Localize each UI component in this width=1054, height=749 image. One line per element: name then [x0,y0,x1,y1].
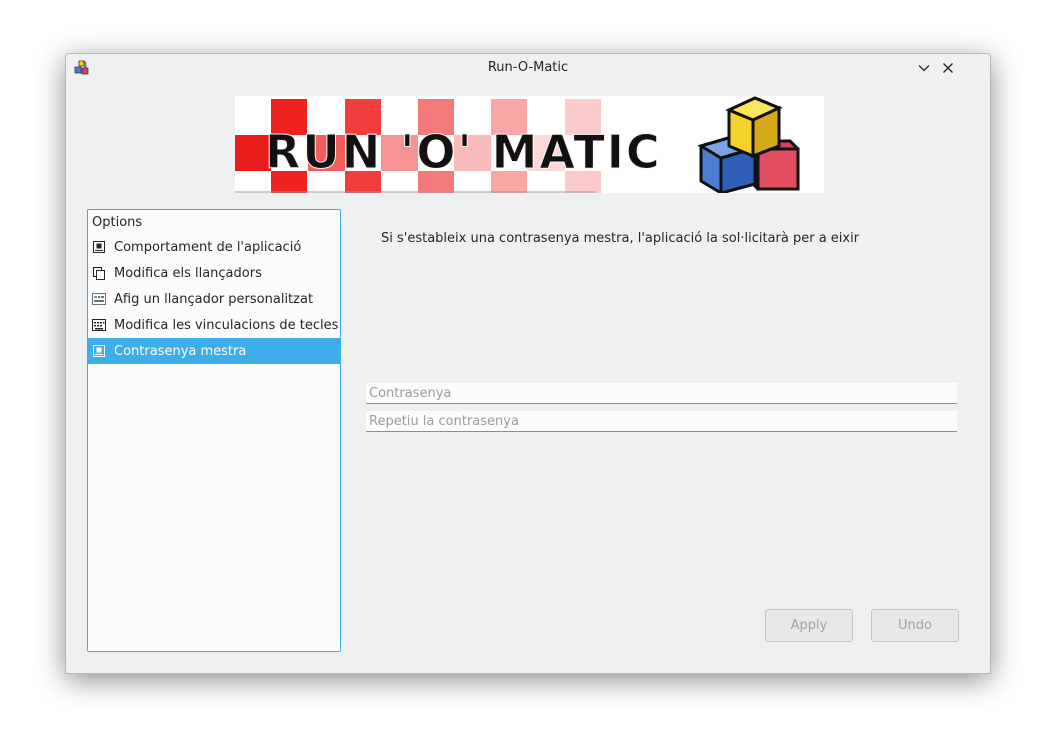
app-behavior-icon [92,240,106,254]
option-item-add-custom-launcher[interactable]: Afig un llançador personalitzat [88,286,340,312]
main-window: Run-O-Matic RUN 'O' MATIC Options Compor… [65,53,991,674]
option-label: Comportament de l'aplicació [114,239,302,255]
option-label: Contrasenya mestra [114,343,247,359]
options-header: Options [92,215,143,230]
title-bar[interactable]: Run-O-Matic [66,54,990,83]
close-button[interactable] [938,58,958,78]
options-panel: Options Comportament de l'aplicació Modi… [87,209,341,652]
option-label: Modifica les vinculacions de tecles [114,317,339,333]
minimize-button[interactable] [914,58,934,78]
option-label: Modifica els llançadors [114,265,262,281]
option-item-key-bindings[interactable]: Modifica les vinculacions de tecles [88,312,340,338]
chevron-down-icon [918,65,930,72]
copy-icon [92,266,106,280]
keyboard-icon [92,318,106,332]
option-item-app-behavior[interactable]: Comportament de l'aplicació [88,234,340,260]
master-password-description: Si s'estableix una contrasenya mestra, l… [381,231,860,246]
option-item-edit-launchers[interactable]: Modifica els llançadors [88,260,340,286]
undo-button[interactable]: Undo [871,609,959,642]
window-title: Run-O-Matic [487,60,569,75]
app-banner-logo: RUN 'O' MATIC [235,96,824,193]
apply-button[interactable]: Apply [765,609,853,642]
password-input[interactable] [366,383,957,404]
password-icon [92,344,106,358]
close-icon [943,63,953,73]
option-label: Afig un llançador personalitzat [114,291,314,307]
repeat-password-input[interactable] [366,411,957,432]
option-item-master-password[interactable]: Contrasenya mestra [88,338,340,364]
custom-launcher-icon [92,292,106,306]
logo-text: RUN 'O' MATIC [265,125,662,179]
